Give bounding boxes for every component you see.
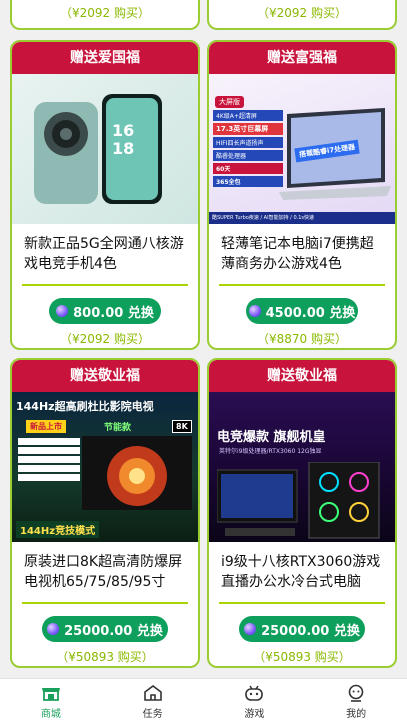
- redeem-price: 25000.00 兑换: [261, 623, 360, 639]
- home-icon: [143, 685, 162, 701]
- tab-mine[interactable]: 我的: [305, 679, 407, 725]
- redeem-button[interactable]: 800.00 兑换: [49, 298, 161, 324]
- store-icon: [41, 688, 60, 701]
- redeem-button[interactable]: 25000.00 兑换: [239, 616, 365, 642]
- svg-text:16: 16: [112, 121, 134, 140]
- gift-ribbon: 赠送爱国福: [12, 42, 198, 74]
- product-title: 原装进口8K超高清防爆屏电视机65/75/85/95寸: [24, 554, 183, 590]
- user-icon: [348, 684, 364, 702]
- price-reference: （¥8870 购买）: [257, 332, 347, 346]
- tab-label: 游戏: [244, 709, 265, 720]
- tab-tasks[interactable]: 任务: [102, 679, 204, 725]
- product-card[interactable]: 赠送敬业福 电竞爆款 旗舰机皇 英特尔i9级处理器/RTX3060 12G独显 …: [207, 358, 397, 668]
- product-title: i9级十八核RTX3060游戏直播办公水冷台式电脑: [221, 554, 381, 590]
- divider: [22, 284, 188, 286]
- redeem-price: 800.00 兑换: [73, 305, 154, 321]
- divider: [22, 602, 188, 604]
- redeem-button[interactable]: 4500.00 兑换: [246, 298, 358, 324]
- gem-icon: [244, 623, 257, 635]
- gift-ribbon: 赠送敬业福: [12, 360, 198, 392]
- product-card-partial[interactable]: （¥2092 购买）: [10, 0, 200, 30]
- price-reference: （¥2092 购买）: [60, 6, 150, 20]
- gift-ribbon: 赠送富强福: [209, 42, 395, 74]
- tab-label: 商城: [40, 709, 61, 720]
- redeem-button[interactable]: 25000.00 兑换: [42, 616, 168, 642]
- price-reference: （¥2092 购买）: [257, 6, 347, 20]
- product-image: 16 18: [12, 74, 198, 224]
- price-reference: （¥50893 购买）: [56, 650, 154, 664]
- divider: [219, 284, 385, 286]
- product-card[interactable]: 赠送敬业福 144Hz超高刷杜比影院电视 新品上市 节能款 8K 144Hz竞技…: [10, 358, 200, 668]
- tab-store[interactable]: 商城: [0, 679, 102, 725]
- divider: [219, 602, 385, 604]
- product-title: 新款正品5G全网通八核游戏电竞手机4色: [24, 236, 184, 272]
- bottom-tab-bar: 商城 任务 游戏 我的: [0, 678, 407, 725]
- gem-icon: [248, 305, 261, 317]
- product-image: 大屏版 4K级A+超清屏 17.3英寸巨幕屏 HIFI四长声道扬声 酷睿处理器 …: [209, 74, 395, 224]
- gift-ribbon: 赠送敬业福: [209, 360, 395, 392]
- redeem-price: 25000.00 兑换: [64, 623, 163, 639]
- redeem-price: 4500.00 兑换: [265, 305, 356, 321]
- svg-text:18: 18: [112, 139, 134, 158]
- price-reference: （¥2092 购买）: [60, 332, 150, 346]
- product-image: 144Hz超高刷杜比影院电视 新品上市 节能款 8K 144Hz竞技模式: [12, 392, 198, 542]
- tab-label: 我的: [346, 709, 367, 720]
- gem-icon: [56, 305, 69, 317]
- game-icon: [245, 685, 264, 701]
- mall-page: （¥2092 购买） （¥2092 购买） 赠送爱国福 16 18 新款正品5G…: [0, 0, 407, 725]
- tab-label: 任务: [142, 709, 163, 720]
- product-card-partial[interactable]: （¥2092 购买）: [207, 0, 397, 30]
- gem-icon: [47, 623, 60, 635]
- tab-games[interactable]: 游戏: [204, 679, 306, 725]
- product-image: 电竞爆款 旗舰机皇 英特尔i9级处理器/RTX3060 12G独显: [209, 392, 395, 542]
- product-card[interactable]: 赠送爱国福 16 18 新款正品5G全网通八核游戏电竞手机4色 800.00 兑…: [10, 40, 200, 350]
- product-title: 轻薄笔记本电脑i7便携超薄商务办公游戏4色: [221, 236, 374, 272]
- product-card[interactable]: 赠送富强福 大屏版 4K级A+超清屏 17.3英寸巨幕屏 HIFI四长声道扬声 …: [207, 40, 397, 350]
- price-reference: （¥50893 购买）: [253, 650, 351, 664]
